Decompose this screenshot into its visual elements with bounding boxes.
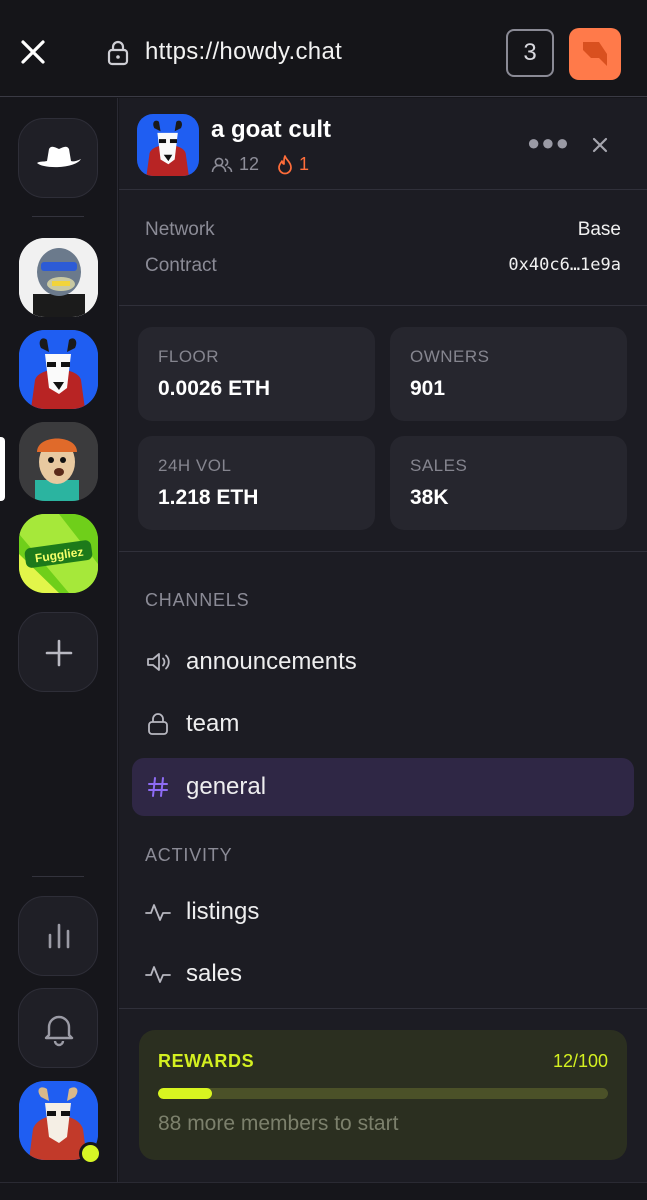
- beanie-guy-icon: [19, 422, 98, 501]
- stat-card-floor: FLOOR 0.0026 ETH: [138, 327, 375, 421]
- member-count-value: 12: [239, 154, 260, 174]
- network-label: Network: [145, 219, 215, 240]
- server-bored-ape[interactable]: [19, 238, 98, 317]
- stat-value: 1.218 ETH: [158, 486, 259, 509]
- more-options-button[interactable]: ●●●: [527, 130, 570, 156]
- server-goat-cult[interactable]: [19, 330, 98, 409]
- online-status-dot: [79, 1142, 102, 1165]
- member-count: 12: [211, 154, 259, 175]
- plus-icon: [45, 639, 73, 667]
- stat-label: FLOOR: [158, 347, 220, 366]
- network-row: Network Base: [145, 219, 621, 241]
- bar-chart-icon: [48, 923, 70, 949]
- fire-icon: [278, 154, 292, 174]
- browser-toolbar: https://howdy.chat 3: [0, 0, 647, 97]
- rewards-card[interactable]: REWARDS 12/100 88 more members to start: [139, 1030, 627, 1160]
- lock-icon: [107, 40, 129, 66]
- collection-meta: Network Base Contract 0x40c6…1e9a: [119, 191, 647, 306]
- activity-sales[interactable]: sales: [132, 945, 634, 1003]
- channel-general[interactable]: general: [132, 758, 634, 816]
- bottom-bar: [0, 1182, 647, 1200]
- notifications-button[interactable]: [18, 988, 98, 1068]
- bored-ape-icon: [19, 238, 98, 317]
- hash-icon: [144, 773, 172, 801]
- contract-value[interactable]: 0x40c6…1e9a: [508, 255, 621, 277]
- activity-label: listings: [186, 898, 260, 925]
- fire-count-value: 1: [299, 154, 310, 174]
- speaker-icon: [144, 648, 172, 676]
- server-rail: Fuggliez: [0, 98, 118, 1182]
- howdy-logo-icon: [583, 42, 607, 66]
- collection-title: a goat cult: [211, 116, 332, 143]
- pulse-icon: [144, 898, 172, 926]
- address-bar[interactable]: https://howdy.chat: [145, 38, 342, 66]
- fire-count: 1: [277, 154, 309, 175]
- activity-label: sales: [186, 960, 243, 987]
- stat-card-owners: OWNERS 901: [390, 327, 627, 421]
- server-beanie-guy[interactable]: [19, 422, 98, 501]
- goat-cult-icon: [19, 330, 98, 409]
- cowboy-hat-icon: [37, 146, 81, 168]
- rail-divider: [32, 876, 84, 877]
- contract-row: Contract 0x40c6…1e9a: [145, 255, 621, 277]
- bell-icon: [44, 1015, 74, 1047]
- home-button[interactable]: [18, 118, 98, 198]
- rewards-section: REWARDS 12/100 88 more members to start: [119, 1008, 647, 1182]
- channel-label: team: [186, 710, 240, 737]
- channel-label: announcements: [186, 648, 357, 675]
- server-fuggliez[interactable]: Fuggliez: [19, 514, 98, 593]
- channel-team[interactable]: team: [132, 695, 634, 753]
- rail-divider: [32, 216, 84, 217]
- close-icon[interactable]: [18, 37, 48, 67]
- stats-button[interactable]: [18, 896, 98, 976]
- stat-label: 24H VOL: [158, 456, 232, 475]
- lock-icon: [144, 710, 172, 738]
- panel-header: a goat cult 12 1 ●●●: [119, 98, 647, 190]
- stat-card-sales: SALES 38K: [390, 436, 627, 530]
- stats-grid: FLOOR 0.0026 ETH OWNERS 901 24H VOL 1.21…: [119, 307, 647, 552]
- pulse-icon: [144, 960, 172, 988]
- app-menu-button[interactable]: [569, 28, 621, 80]
- stat-card-volume: 24H VOL 1.218 ETH: [138, 436, 375, 530]
- goat-cult-icon: [137, 114, 199, 176]
- tab-count-button[interactable]: 3: [506, 29, 554, 77]
- active-server-indicator: [0, 437, 5, 501]
- rewards-subtitle: 88 more members to start: [158, 1112, 399, 1135]
- activity-listings[interactable]: listings: [132, 883, 634, 941]
- stat-value: 0.0026 ETH: [158, 377, 271, 400]
- stat-label: OWNERS: [410, 347, 490, 366]
- rewards-progress-fill: [158, 1088, 212, 1099]
- rewards-title: REWARDS: [158, 1051, 255, 1071]
- collection-avatar: [137, 114, 199, 176]
- close-icon[interactable]: [589, 134, 611, 156]
- add-server-button[interactable]: [18, 612, 98, 692]
- channel-announcements[interactable]: announcements: [132, 633, 634, 691]
- activity-heading: ACTIVITY: [145, 845, 233, 865]
- network-value: Base: [577, 219, 621, 240]
- contract-label: Contract: [145, 255, 217, 276]
- rewards-count: 12/100: [552, 1051, 608, 1071]
- fuggliez-icon: Fuggliez: [19, 514, 98, 593]
- channels-heading: CHANNELS: [145, 590, 250, 610]
- rewards-progress-track: [158, 1088, 608, 1099]
- stat-label: SALES: [410, 456, 468, 475]
- collection-panel: a goat cult 12 1 ●●● Network Base Contra…: [119, 98, 647, 1182]
- stat-value: 901: [410, 377, 446, 400]
- channel-label: general: [186, 773, 267, 800]
- users-icon: [211, 157, 233, 172]
- stat-value: 38K: [410, 486, 449, 509]
